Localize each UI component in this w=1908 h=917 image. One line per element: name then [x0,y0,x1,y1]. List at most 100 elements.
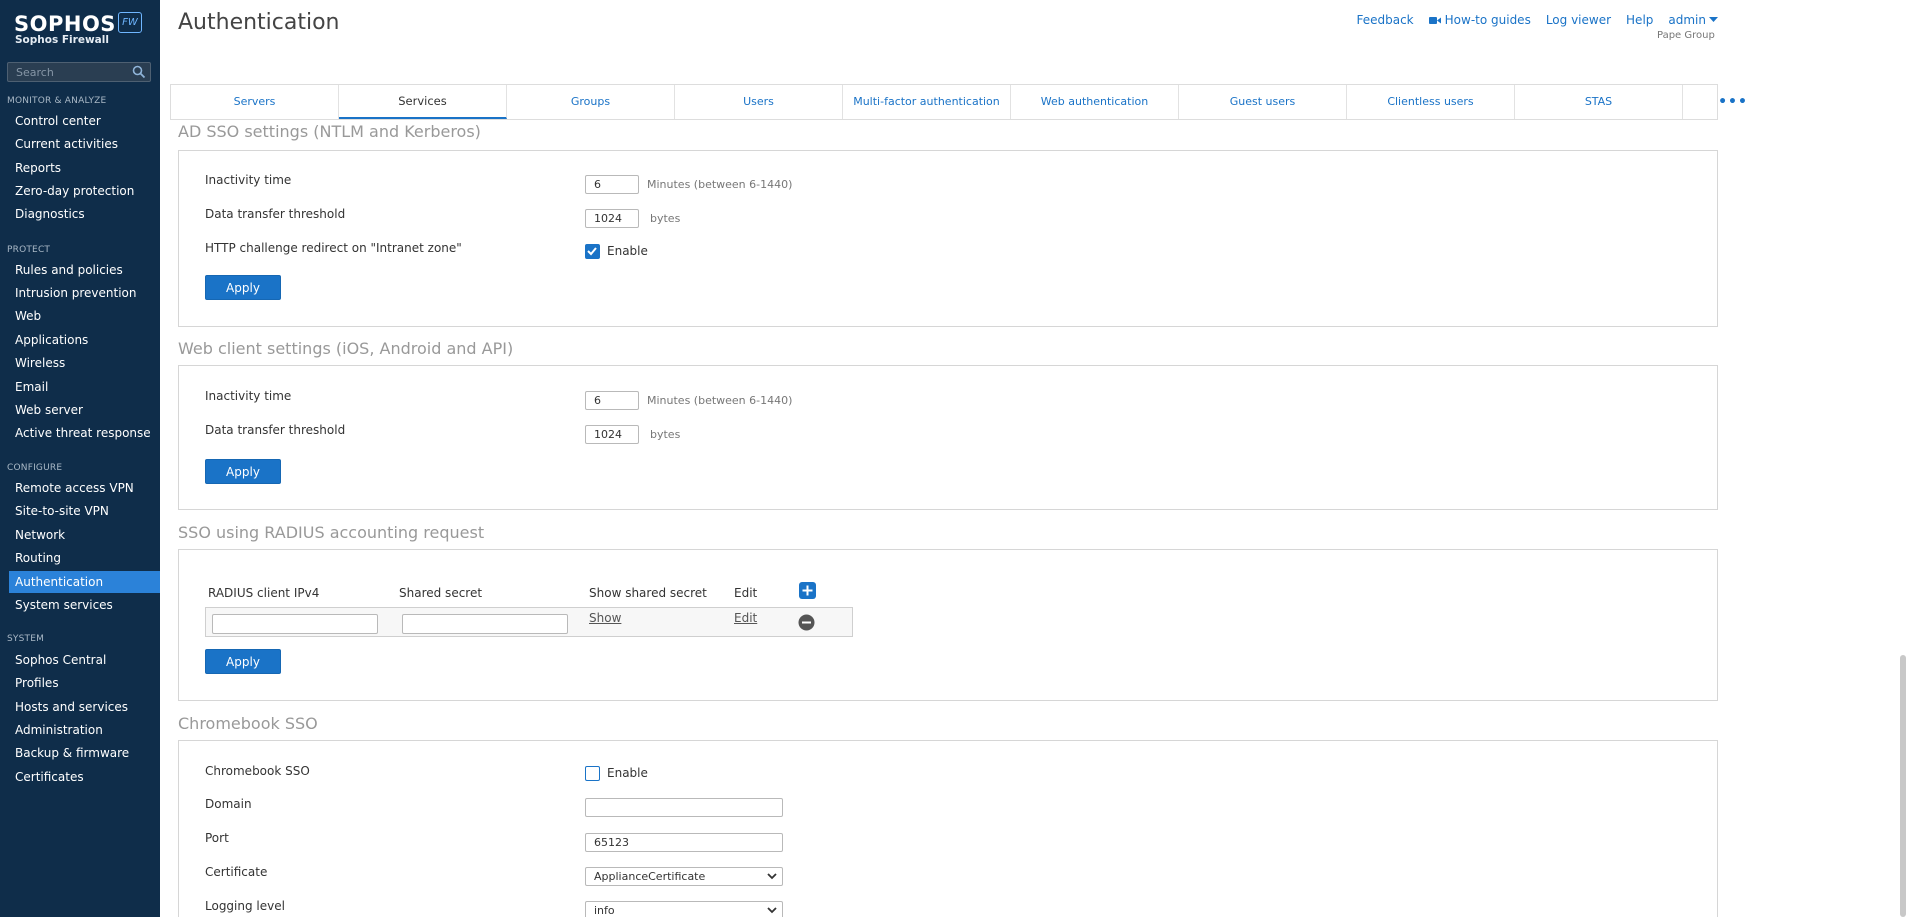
sidebar-item-remote-access-vpn[interactable]: Remote access VPN [9,477,160,499]
ad-inactivity-label: Inactivity time [205,173,292,187]
port-label: Port [205,831,229,845]
http-challenge-enable-label: Enable [607,244,648,258]
ad-threshold-label: Data transfer threshold [205,207,346,221]
ad-sso-apply-button[interactable]: Apply [205,275,281,300]
ad-inactivity-unit: Minutes (between 6-1440) [647,178,793,191]
sidebar-item-system-services[interactable]: System services [9,594,160,616]
sidebar-item-hosts-and-services[interactable]: Hosts and services [9,696,160,718]
sidebar-item-active-threat-response[interactable]: Active threat response [9,422,160,444]
port-input[interactable] [585,833,783,852]
tab-groups[interactable]: Groups [507,85,675,119]
chevron-down-icon [767,873,777,880]
sidebar-item-reports[interactable]: Reports [9,157,160,179]
search-box [7,62,151,82]
nav-section-protect: PROTECT [7,245,51,255]
shared-secret-input[interactable] [402,614,568,634]
http-challenge-checkbox[interactable] [585,244,600,259]
show-secret-link[interactable]: Show [589,611,621,625]
logging-level-label: Logging level [205,899,285,913]
tab-guest-users[interactable]: Guest users [1179,85,1347,119]
web-threshold-label: Data transfer threshold [205,423,346,437]
web-client-section-title: Web client settings (iOS, Android and AP… [178,339,514,358]
tab-bar: Servers Services Groups Users Multi-fact… [170,84,1747,120]
tab-web-authentication[interactable]: Web authentication [1011,85,1179,119]
http-challenge-label: HTTP challenge redirect on "Intranet zon… [205,241,462,255]
ad-threshold-input[interactable] [585,209,639,228]
tab-users[interactable]: Users [675,85,843,119]
edit-row-link[interactable]: Edit [734,611,757,625]
sidebar-item-backup-firmware[interactable]: Backup & firmware [9,742,160,764]
sidebar-item-web-server[interactable]: Web server [9,399,160,421]
web-inactivity-input[interactable] [585,391,639,410]
tab-multi-factor-authentication[interactable]: Multi-factor authentication [843,85,1011,119]
how-to-guides-link[interactable]: How-to guides [1428,13,1531,27]
chromebook-section-title: Chromebook SSO [178,714,318,733]
sidebar-item-certificates[interactable]: Certificates [9,766,160,788]
column-header-radius-client: RADIUS client IPv4 [208,586,320,600]
sidebar-item-intrusion-prevention[interactable]: Intrusion prevention [9,282,160,304]
sidebar-item-control-center[interactable]: Control center [9,110,160,132]
nav-section-monitor: MONITOR & ANALYZE [7,96,107,106]
tab-servers[interactable]: Servers [171,85,339,119]
web-client-panel: Inactivity time Minutes (between 6-1440)… [178,365,1718,510]
web-client-apply-button[interactable]: Apply [205,459,281,484]
ad-threshold-unit: bytes [650,212,681,225]
remove-row-icon[interactable] [798,614,815,631]
sidebar-item-network[interactable]: Network [9,524,160,546]
sidebar-item-site-to-site-vpn[interactable]: Site-to-site VPN [9,500,160,522]
chevron-down-icon [767,907,777,914]
search-icon[interactable] [132,65,146,79]
tab-clientless-users[interactable]: Clientless users [1347,85,1515,119]
app-root: SOPHOS FW Sophos Firewall MONITOR & ANAL… [0,0,1908,917]
sidebar-item-email[interactable]: Email [9,376,160,398]
radius-client-ip-input[interactable] [212,614,378,634]
sidebar-item-sophos-central[interactable]: Sophos Central [9,649,160,671]
sidebar-item-routing[interactable]: Routing [9,547,160,569]
certificate-select[interactable]: ApplianceCertificate [585,867,783,886]
ad-inactivity-input[interactable] [585,175,639,194]
scrollbar-thumb[interactable] [1900,655,1906,917]
chromebook-sso-label: Chromebook SSO [205,764,310,778]
ad-sso-panel: Inactivity time Minutes (between 6-1440)… [178,150,1718,327]
search-input[interactable] [8,63,126,81]
sidebar-item-web[interactable]: Web [9,305,160,327]
caret-down-icon [1709,17,1718,22]
sidebar-item-rules-and-policies[interactable]: Rules and policies [9,259,160,281]
sidebar-item-applications[interactable]: Applications [9,329,160,351]
certificate-selected-value: ApplianceCertificate [594,870,706,883]
logging-level-selected-value: info [594,904,615,917]
radius-section-title: SSO using RADIUS accounting request [178,523,485,542]
admin-menu[interactable]: admin [1668,13,1718,27]
add-row-icon[interactable] [799,582,816,599]
organization-label: Pape Group [1657,30,1715,41]
nav-section-configure: CONFIGURE [7,463,63,473]
brand-name: SOPHOS [14,12,116,36]
sidebar-item-administration[interactable]: Administration [9,719,160,741]
radius-apply-button[interactable]: Apply [205,649,281,674]
column-header-show-shared-secret: Show shared secret [589,586,707,600]
chromebook-panel: Chromebook SSO Enable Domain Port Certif… [178,740,1718,917]
sidebar-item-authentication[interactable]: Authentication [9,571,160,593]
domain-input[interactable] [585,798,783,817]
table-row: Show Edit [205,607,853,637]
web-inactivity-unit: Minutes (between 6-1440) [647,394,793,407]
sidebar-item-profiles[interactable]: Profiles [9,672,160,694]
sidebar-item-diagnostics[interactable]: Diagnostics [9,203,160,225]
logging-level-select[interactable]: info [585,901,783,917]
chromebook-sso-checkbox[interactable] [585,766,600,781]
web-threshold-unit: bytes [650,428,681,441]
web-threshold-input[interactable] [585,425,639,444]
sidebar-item-zero-day-protection[interactable]: Zero-day protection [9,180,160,202]
log-viewer-link[interactable]: Log viewer [1546,13,1611,27]
sidebar-item-wireless[interactable]: Wireless [9,352,160,374]
column-header-shared-secret: Shared secret [399,586,483,600]
tab-services[interactable]: Services [339,85,507,119]
page-title: Authentication [178,10,340,35]
more-tabs-button[interactable]: ••• [1683,85,1783,119]
tab-stas[interactable]: STAS [1515,85,1683,119]
help-link[interactable]: Help [1626,13,1653,27]
nav-section-system: SYSTEM [7,634,45,644]
feedback-link[interactable]: Feedback [1356,13,1413,27]
admin-label: admin [1668,13,1706,27]
sidebar-item-current-activities[interactable]: Current activities [9,133,160,155]
